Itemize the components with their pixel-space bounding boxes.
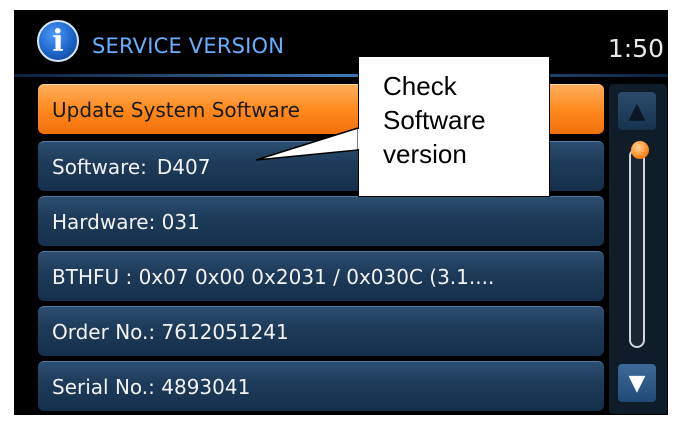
arrow-up-icon[interactable]: ▲ (618, 92, 656, 130)
page-title: SERVICE VERSION (92, 34, 285, 58)
software-value: D407 (156, 155, 211, 179)
order-number-row[interactable]: Order No.: 7612051241 (38, 306, 604, 356)
callout-annotation: Check Software version (358, 56, 550, 197)
serial-number-row[interactable]: Serial No.: 4893041 (38, 361, 604, 411)
arrow-down-icon[interactable]: ▼ (618, 364, 656, 402)
clock: 1:50 (607, 34, 664, 63)
scroll-thumb[interactable] (631, 141, 649, 159)
info-icon: i (37, 20, 79, 62)
callout-line: Check (383, 71, 457, 101)
list-item-label: Serial No.: 4893041 (52, 375, 251, 399)
list-item-label: Update System Software (52, 98, 300, 122)
callout-line: Software (383, 105, 486, 135)
list-item-label: BTHFU : 0x07 0x00 0x2031 / 0x030C (3.1..… (52, 265, 495, 289)
scroll-rail[interactable] (629, 148, 645, 348)
hardware-row[interactable]: Hardware: 031 (38, 196, 604, 246)
bthfu-row[interactable]: BTHFU : 0x07 0x00 0x2031 / 0x030C (3.1..… (38, 251, 604, 301)
list-item-label: Hardware: 031 (52, 210, 200, 234)
software-label: Software: (52, 155, 147, 179)
callout-line: version (383, 139, 467, 169)
list-item-label: Order No.: 7612051241 (52, 320, 289, 344)
header-divider (14, 74, 668, 77)
